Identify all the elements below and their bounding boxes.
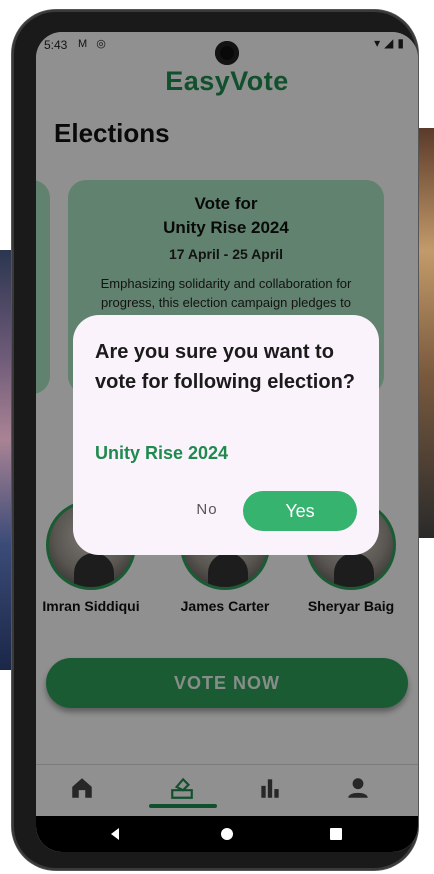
no-button[interactable]: No xyxy=(187,501,227,518)
system-nav-bar xyxy=(36,816,418,852)
yes-button[interactable]: Yes xyxy=(243,491,357,531)
back-icon[interactable] xyxy=(108,827,122,841)
dialog-election-name: Unity Rise 2024 xyxy=(95,443,229,463)
confirm-vote-dialog: Are you sure you want to vote for follow… xyxy=(73,315,379,555)
dialog-question: Are you sure you want to vote for follow… xyxy=(95,341,355,393)
home-button-icon[interactable] xyxy=(220,827,234,841)
phone-frame: 5:43 M ◎ ▾◢▮ EasyVote Elections Vote for… xyxy=(12,10,418,870)
app-screen: 5:43 M ◎ ▾◢▮ EasyVote Elections Vote for… xyxy=(36,32,418,852)
recents-icon[interactable] xyxy=(329,827,343,841)
